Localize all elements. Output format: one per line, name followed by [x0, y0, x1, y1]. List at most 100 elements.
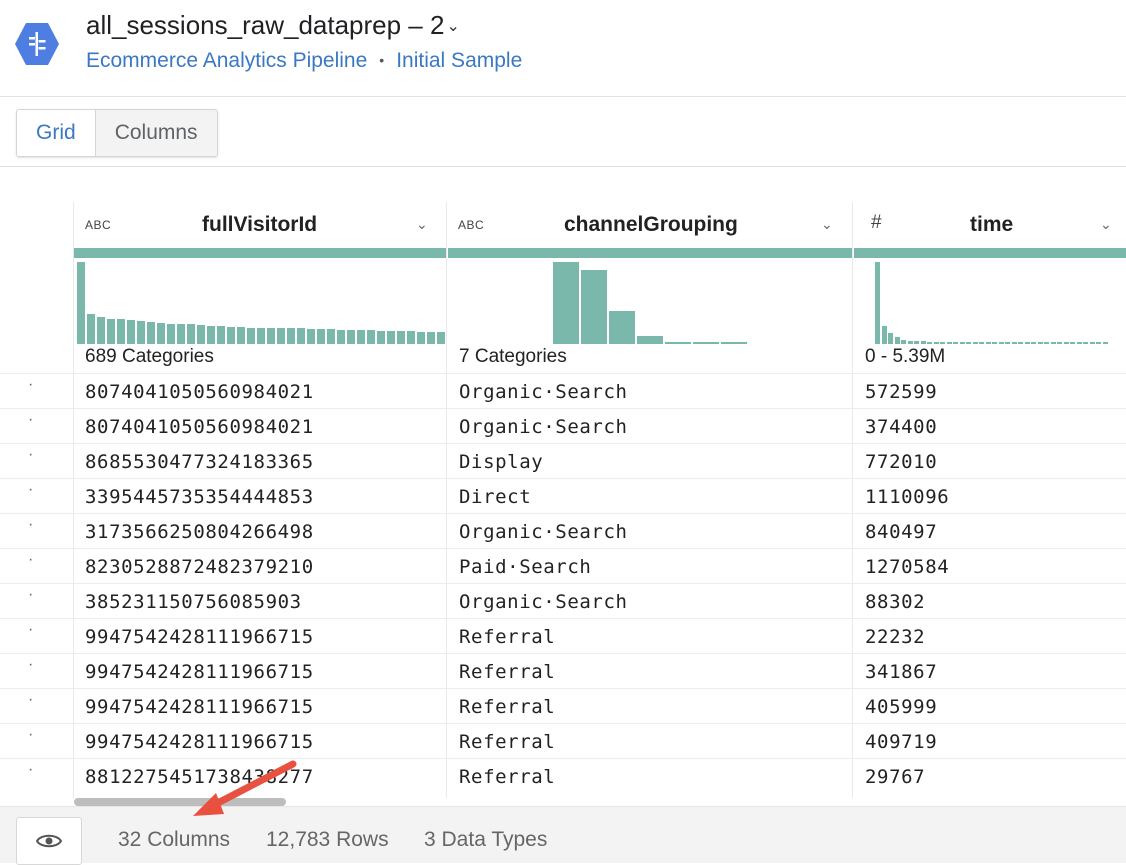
visibility-toggle-button[interactable] [16, 817, 82, 865]
table-row[interactable]: · 3173566250804266498 Organic·Search 840497 [0, 513, 1126, 549]
table-row[interactable]: · 8685530477324183365 Display 772010 [0, 443, 1126, 479]
histogram-bar[interactable] [277, 328, 285, 344]
chevron-down-icon[interactable]: ⌄ [821, 216, 833, 233]
cell-fullvisitorid[interactable]: 8685530477324183365 [85, 451, 314, 473]
histogram-bar[interactable] [437, 331, 445, 344]
chevron-down-icon[interactable]: ⌄ [446, 18, 459, 35]
histogram-bar[interactable] [1102, 341, 1108, 344]
cell-channelgrouping[interactable]: Organic·Search [459, 416, 628, 438]
cell-channelgrouping[interactable]: Referral [459, 766, 555, 788]
tab-columns[interactable]: Columns [95, 110, 217, 156]
table-row[interactable]: · 8230528872482379210 Paid·Search 1270584 [0, 548, 1126, 584]
chevron-down-icon[interactable]: ⌄ [1100, 216, 1112, 233]
column-histogram[interactable] [553, 260, 748, 344]
cell-fullvisitorid[interactable]: 8074041050560984021 [85, 381, 314, 403]
histogram-bar[interactable] [992, 341, 997, 344]
cell-fullvisitorid[interactable]: 385231150756085903 [85, 591, 302, 613]
cell-fullvisitorid[interactable]: 8812275451738438277 [85, 766, 314, 788]
histogram-bar[interactable] [187, 324, 195, 344]
histogram-bar[interactable] [337, 330, 345, 344]
histogram-bar[interactable] [407, 330, 415, 344]
sample-link[interactable]: Initial Sample [396, 49, 522, 72]
cell-fullvisitorid[interactable]: 8230528872482379210 [85, 556, 314, 578]
histogram-bar[interactable] [553, 262, 579, 344]
histogram-bar[interactable] [693, 341, 719, 344]
histogram-bar[interactable] [1031, 341, 1036, 344]
histogram-bar[interactable] [147, 321, 155, 344]
cell-channelgrouping[interactable]: Organic·Search [459, 381, 628, 403]
histogram-bar[interactable] [1024, 341, 1030, 344]
cell-time[interactable]: 1110096 [865, 486, 949, 508]
table-row[interactable]: · 8812275451738438277 Referral 29767 [0, 758, 1126, 794]
histogram-bar[interactable] [927, 341, 932, 344]
histogram-bar[interactable] [177, 324, 185, 344]
cell-time[interactable]: 341867 [865, 661, 937, 683]
histogram-bar[interactable] [327, 329, 335, 344]
histogram-bar[interactable] [367, 330, 375, 344]
cell-channelgrouping[interactable]: Referral [459, 626, 555, 648]
cell-fullvisitorid[interactable]: 9947542428111966715 [85, 731, 314, 753]
histogram-bar[interactable] [137, 321, 145, 344]
cell-time[interactable]: 374400 [865, 416, 937, 438]
histogram-bar[interactable] [1005, 341, 1010, 344]
histogram-bar[interactable] [888, 333, 893, 344]
column-header-channelgrouping[interactable]: ABC channelGrouping ⌄ [447, 205, 852, 247]
histogram-bar[interactable] [357, 330, 365, 344]
histogram-bar[interactable] [207, 325, 215, 344]
histogram-bar[interactable] [637, 335, 663, 344]
histogram-bar[interactable] [998, 341, 1004, 344]
cell-time[interactable]: 772010 [865, 451, 937, 473]
cell-fullvisitorid[interactable]: 9947542428111966715 [85, 626, 314, 648]
histogram-bar[interactable] [167, 323, 175, 344]
histogram-bar[interactable] [933, 341, 939, 344]
histogram-bar[interactable] [387, 330, 395, 344]
histogram-bar[interactable] [946, 341, 952, 344]
histogram-bar[interactable] [881, 325, 887, 344]
histogram-bar[interactable] [87, 314, 95, 344]
histogram-bar[interactable] [665, 341, 691, 344]
table-row[interactable]: · 9947542428111966715 Referral 22232 [0, 618, 1126, 654]
histogram-bar[interactable] [901, 339, 906, 344]
cell-fullvisitorid[interactable]: 8074041050560984021 [85, 416, 314, 438]
histogram-bar[interactable] [953, 341, 958, 344]
cell-channelgrouping[interactable]: Display [459, 451, 543, 473]
histogram-bar[interactable] [287, 328, 295, 344]
table-row[interactable]: · 9947542428111966715 Referral 341867 [0, 653, 1126, 689]
histogram-bar[interactable] [1083, 341, 1088, 344]
histogram-bar[interactable] [347, 330, 355, 344]
histogram-bar[interactable] [247, 327, 255, 344]
cell-time[interactable]: 88302 [865, 591, 925, 613]
cell-channelgrouping[interactable]: Paid·Search [459, 556, 591, 578]
cell-fullvisitorid[interactable]: 3395445735354444853 [85, 486, 314, 508]
histogram-bar[interactable] [581, 270, 607, 344]
cell-fullvisitorid[interactable]: 9947542428111966715 [85, 696, 314, 718]
cell-time[interactable]: 409719 [865, 731, 937, 753]
histogram-bar[interactable] [1070, 341, 1075, 344]
table-row[interactable]: · 9947542428111966715 Referral 409719 [0, 723, 1126, 759]
histogram-bar[interactable] [427, 331, 435, 344]
histogram-bar[interactable] [1076, 341, 1082, 344]
column-header-time[interactable]: # time ⌄ [853, 205, 1126, 247]
cell-time[interactable]: 22232 [865, 626, 925, 648]
histogram-bar[interactable] [77, 262, 85, 344]
table-row[interactable]: · 9947542428111966715 Referral 405999 [0, 688, 1126, 724]
histogram-bar[interactable] [894, 337, 900, 344]
column-header-fullvisitorid[interactable]: ABC fullVisitorId ⌄ [74, 205, 446, 247]
histogram-bar[interactable] [317, 329, 325, 344]
histogram-bar[interactable] [267, 327, 275, 344]
histogram-bar[interactable] [1011, 341, 1017, 344]
histogram-bar[interactable] [417, 331, 425, 344]
histogram-bar[interactable] [959, 341, 965, 344]
histogram-bar[interactable] [97, 316, 105, 344]
histogram-bar[interactable] [1089, 341, 1095, 344]
histogram-bar[interactable] [377, 330, 385, 344]
histogram-bar[interactable] [297, 328, 305, 344]
histogram-bar[interactable] [257, 327, 265, 344]
cell-channelgrouping[interactable]: Organic·Search [459, 521, 628, 543]
histogram-bar[interactable] [1050, 341, 1056, 344]
histogram-bar[interactable] [914, 340, 919, 344]
cell-channelgrouping[interactable]: Referral [459, 731, 555, 753]
histogram-bar[interactable] [1057, 341, 1062, 344]
histogram-bar[interactable] [217, 325, 225, 344]
histogram-bar[interactable] [966, 341, 971, 344]
